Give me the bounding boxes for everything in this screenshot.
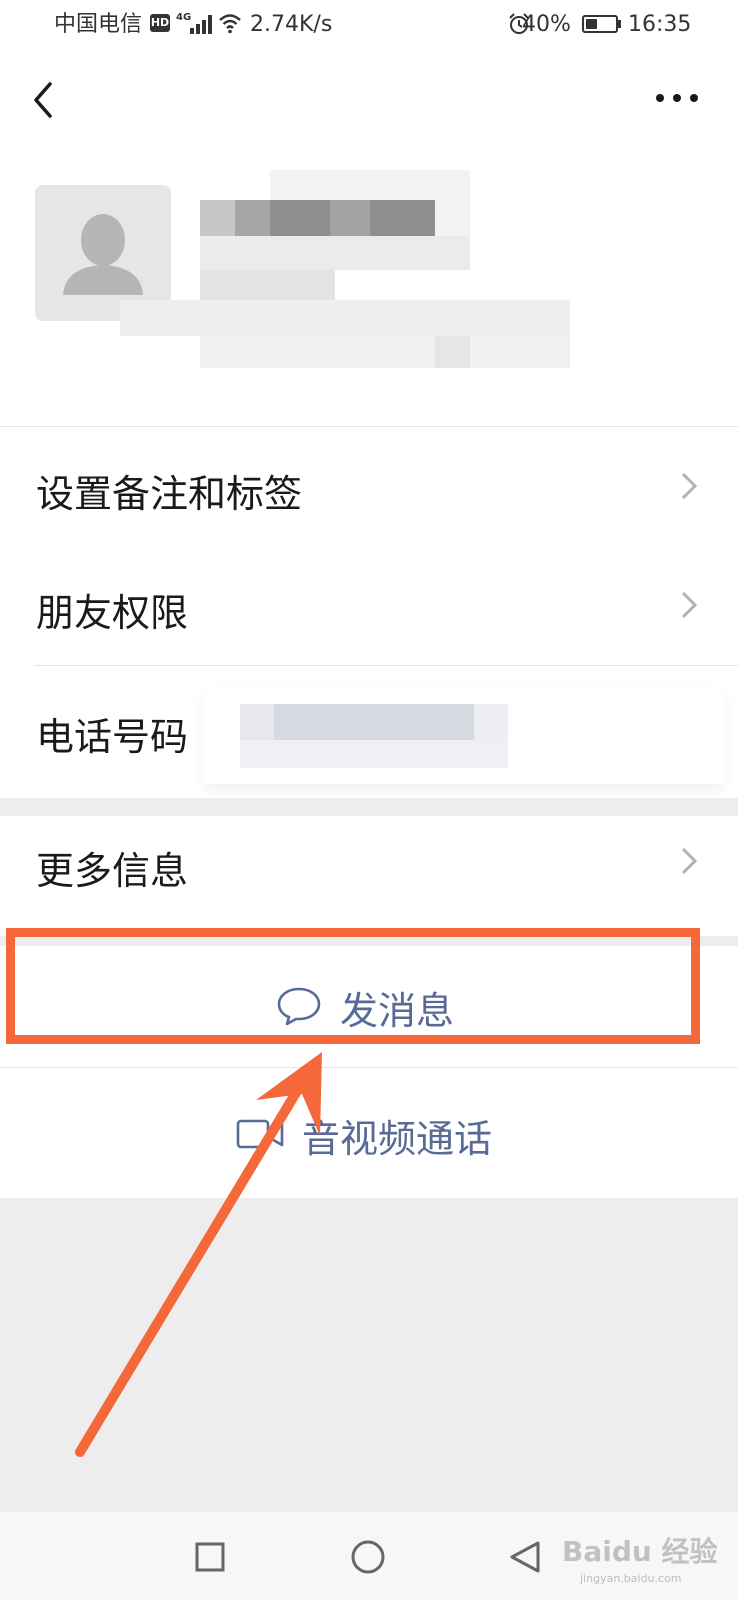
more-dots-icon[interactable] (656, 88, 700, 108)
hd-badge: HD (150, 14, 170, 32)
status-bar: 中国电信 HD 4G 2.74K/s 40% 16:35 (0, 0, 738, 50)
clock: 16:35 (628, 12, 692, 37)
chevron-right-icon (681, 847, 698, 875)
watermark-brand: Baidu 经验 (562, 1535, 718, 1568)
annotation-arrow (75, 1052, 322, 1457)
menu-item-remark-tags[interactable]: 设置备注和标签 (0, 426, 738, 547)
baidu-watermark: Baidu 经验 jingyan.baidu.com (560, 1524, 730, 1594)
menu-item-phone-number[interactable]: 电话号码 (0, 666, 738, 798)
network-type: 4G (176, 12, 192, 23)
battery-tip (618, 20, 621, 28)
signal-bars-icon (190, 14, 212, 34)
battery-icon (582, 15, 618, 33)
recent-apps-icon[interactable] (194, 1541, 226, 1573)
chevron-left-icon[interactable] (30, 80, 60, 120)
battery-percent: 40% (522, 12, 571, 37)
wifi-icon (219, 14, 241, 34)
chevron-right-icon (681, 472, 698, 500)
watermark-url: jingyan.baidu.com (580, 1572, 682, 1585)
home-icon[interactable] (350, 1539, 386, 1575)
menu-item-label: 电话号码 (36, 715, 189, 759)
blurred-phone-number (204, 688, 724, 784)
carrier-name: 中国电信 (54, 12, 143, 37)
network-speed: 2.74K/s (250, 12, 333, 37)
menu-item-label: 朋友权限 (36, 591, 189, 635)
blurred-profile-info (120, 170, 580, 370)
system-nav-bar: Baidu 经验 jingyan.baidu.com (0, 1512, 738, 1600)
menu-item-friend-permissions[interactable]: 朋友权限 (0, 546, 738, 666)
chevron-right-icon (681, 591, 698, 619)
menu-item-label: 更多信息 (36, 849, 189, 893)
annotation-highlight-box (6, 928, 700, 1044)
menu-item-label: 设置备注和标签 (36, 472, 303, 516)
back-nav-icon[interactable] (508, 1540, 542, 1574)
menu-item-more-info[interactable]: 更多信息 (0, 816, 738, 936)
